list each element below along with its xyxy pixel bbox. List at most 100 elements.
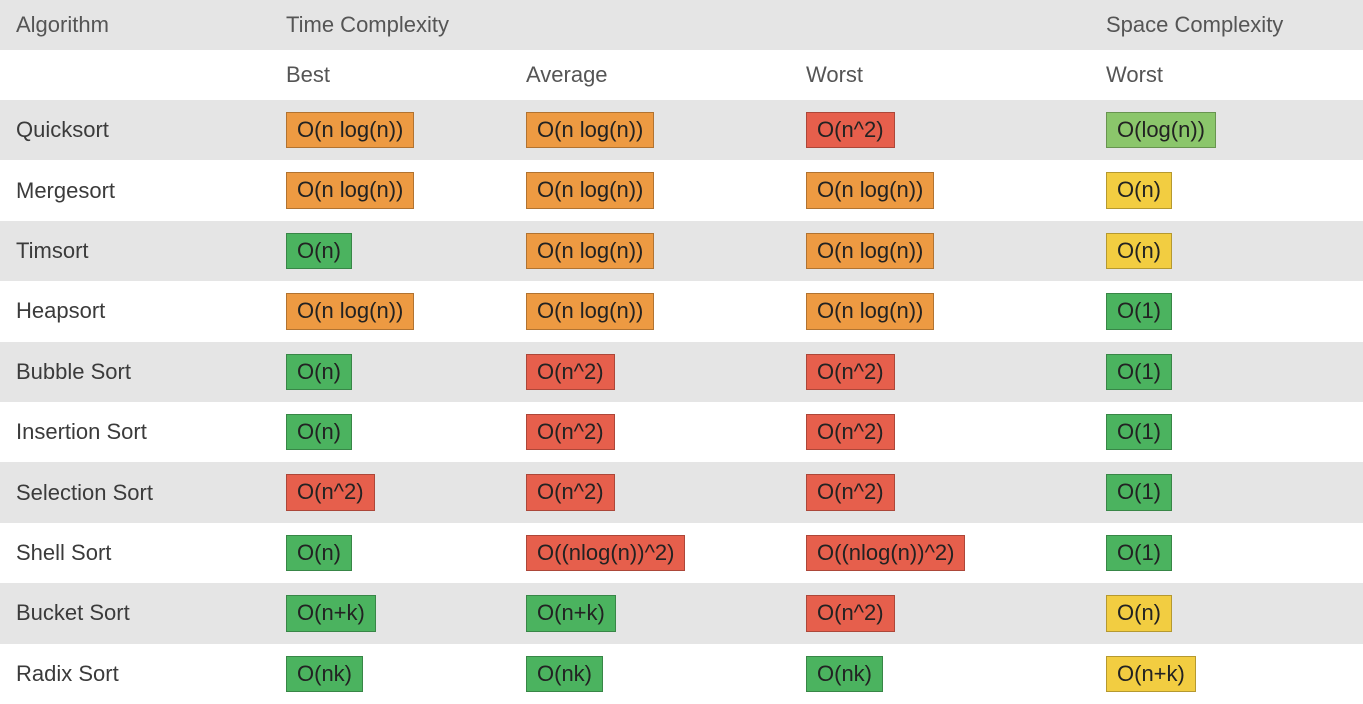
complexity-chip: O(n) bbox=[1106, 233, 1172, 269]
complexity-chip: O(n^2) bbox=[526, 354, 615, 390]
space-cell: O(1) bbox=[1090, 462, 1363, 522]
best-cell: O(n+k) bbox=[270, 583, 510, 643]
space-cell: O(n) bbox=[1090, 221, 1363, 281]
algo-name: Insertion Sort bbox=[0, 402, 270, 462]
complexity-chip: O(n log(n)) bbox=[806, 293, 934, 329]
algo-name: Timsort bbox=[0, 221, 270, 281]
col-space-complexity: Space Complexity bbox=[1090, 0, 1363, 50]
complexity-chip: O(1) bbox=[1106, 535, 1172, 571]
best-cell: O(n) bbox=[270, 342, 510, 402]
algo-name: Shell Sort bbox=[0, 523, 270, 583]
table-row: Heapsort O(n log(n)) O(n log(n)) O(n log(n)… bbox=[0, 281, 1363, 341]
complexity-chip: O(nk) bbox=[806, 656, 883, 692]
complexity-chip: O(n log(n)) bbox=[526, 112, 654, 148]
complexity-chip: O(n^2) bbox=[526, 474, 615, 510]
complexity-chip: O(n) bbox=[1106, 595, 1172, 631]
best-cell: O(nk) bbox=[270, 644, 510, 704]
complexity-chip: O(n) bbox=[286, 354, 352, 390]
complexity-chip: O(nk) bbox=[286, 656, 363, 692]
complexity-chip: O(n^2) bbox=[806, 414, 895, 450]
complexity-chip: O(n) bbox=[1106, 172, 1172, 208]
complexity-chip: O(n^2) bbox=[806, 112, 895, 148]
algo-name: Selection Sort bbox=[0, 462, 270, 522]
space-cell: O(1) bbox=[1090, 402, 1363, 462]
complexity-chip: O(n log(n)) bbox=[286, 172, 414, 208]
complexity-chip: O(n^2) bbox=[806, 354, 895, 390]
avg-cell: O(n^2) bbox=[510, 462, 790, 522]
complexity-chip: O(n log(n)) bbox=[286, 293, 414, 329]
complexity-chip: O(n log(n)) bbox=[806, 172, 934, 208]
best-cell: O(n^2) bbox=[270, 462, 510, 522]
complexity-chip: O(n log(n)) bbox=[806, 233, 934, 269]
avg-cell: O(n log(n)) bbox=[510, 221, 790, 281]
table-row: MergesortO(n log(n))O(n log(n))O(n log(n… bbox=[0, 160, 1363, 220]
table-row: Selection Sort O(n^2) O(n^2) O(n^2) O(1) bbox=[0, 462, 1363, 522]
worst-cell: O(n log(n)) bbox=[790, 221, 1090, 281]
complexity-chip: O(n^2) bbox=[526, 414, 615, 450]
table-row: Radix Sort O(nk) O(nk) O(nk) O(n+k) bbox=[0, 644, 1363, 704]
best-cell: O(n) bbox=[270, 221, 510, 281]
table-row: Quicksort O(n log(n)) O(n log(n)) O(n^2) O(l… bbox=[0, 100, 1363, 160]
space-cell: O(log(n)) bbox=[1090, 100, 1363, 160]
complexity-chip: O(n log(n)) bbox=[286, 112, 414, 148]
complexity-chip: O(1) bbox=[1106, 474, 1172, 510]
complexity-chip: O(1) bbox=[1106, 354, 1172, 390]
algo-name: Radix Sort bbox=[0, 644, 270, 704]
worst-cell: O(n^2) bbox=[790, 100, 1090, 160]
worst-cell: O(nk) bbox=[790, 644, 1090, 704]
avg-cell: O(nk) bbox=[510, 644, 790, 704]
space-cell: O(n) bbox=[1090, 583, 1363, 643]
worst-cell: O(n log(n)) bbox=[790, 281, 1090, 341]
complexity-chip: O(n+k) bbox=[526, 595, 616, 631]
complexity-chip: O(n log(n)) bbox=[526, 233, 654, 269]
complexity-chip: O(n log(n)) bbox=[526, 293, 654, 329]
header-row-1: Algorithm Time Complexity Space Complexi… bbox=[0, 0, 1363, 50]
complexity-chip: O(n log(n)) bbox=[526, 172, 654, 208]
table-row: Timsort O(n) O(n log(n)) O(n log(n)) O(n) bbox=[0, 221, 1363, 281]
col-average: Average bbox=[510, 50, 790, 100]
algo-name: Quicksort bbox=[0, 100, 270, 160]
complexity-table: Algorithm Time Complexity Space Complexi… bbox=[0, 0, 1363, 704]
col-algorithm: Algorithm bbox=[0, 0, 270, 50]
complexity-chip: O(1) bbox=[1106, 414, 1172, 450]
best-cell: O(n log(n)) bbox=[270, 160, 510, 220]
worst-cell: O(n^2) bbox=[790, 402, 1090, 462]
col-worst: Worst bbox=[790, 50, 1090, 100]
algo-name: Bucket Sort bbox=[0, 583, 270, 643]
space-cell: O(1) bbox=[1090, 281, 1363, 341]
complexity-chip: O(n^2) bbox=[806, 595, 895, 631]
best-cell: O(n log(n)) bbox=[270, 281, 510, 341]
complexity-chip: O(n^2) bbox=[286, 474, 375, 510]
complexity-chip: O(n^2) bbox=[806, 474, 895, 510]
best-cell: O(n) bbox=[270, 523, 510, 583]
avg-cell: O((nlog(n))^2) bbox=[510, 523, 790, 583]
space-cell: O(1) bbox=[1090, 523, 1363, 583]
complexity-chip: O(n) bbox=[286, 233, 352, 269]
complexity-chip: O(n) bbox=[286, 414, 352, 450]
algo-name: Heapsort bbox=[0, 281, 270, 341]
best-cell: O(n) bbox=[270, 402, 510, 462]
complexity-chip: O(1) bbox=[1106, 293, 1172, 329]
complexity-chip: O((nlog(n))^2) bbox=[526, 535, 685, 571]
table-row: Insertion Sort O(n) O(n^2) O(n^2) O(1) bbox=[0, 402, 1363, 462]
space-cell: O(n+k) bbox=[1090, 644, 1363, 704]
complexity-chip: O((nlog(n))^2) bbox=[806, 535, 965, 571]
col-best: Best bbox=[270, 50, 510, 100]
avg-cell: O(n^2) bbox=[510, 402, 790, 462]
avg-cell: O(n log(n)) bbox=[510, 100, 790, 160]
complexity-chip: O(n) bbox=[286, 535, 352, 571]
worst-cell: O((nlog(n))^2) bbox=[790, 523, 1090, 583]
worst-cell: O(n^2) bbox=[790, 342, 1090, 402]
avg-cell: O(n+k) bbox=[510, 583, 790, 643]
table-row: Bubble Sort O(n) O(n^2) O(n^2) O(1) bbox=[0, 342, 1363, 402]
col-space-worst: Worst bbox=[1090, 50, 1363, 100]
col-time-complexity: Time Complexity bbox=[270, 0, 1090, 50]
table-row: Shell Sort O(n) O((nlog(n))^2) O((nlog(n))^… bbox=[0, 523, 1363, 583]
avg-cell: O(n log(n)) bbox=[510, 160, 790, 220]
algo-name: Bubble Sort bbox=[0, 342, 270, 402]
header-row-2: Best Average Worst Worst bbox=[0, 50, 1363, 100]
complexity-chip: O(log(n)) bbox=[1106, 112, 1216, 148]
avg-cell: O(n^2) bbox=[510, 342, 790, 402]
col-blank bbox=[0, 50, 270, 100]
space-cell: O(n) bbox=[1090, 160, 1363, 220]
